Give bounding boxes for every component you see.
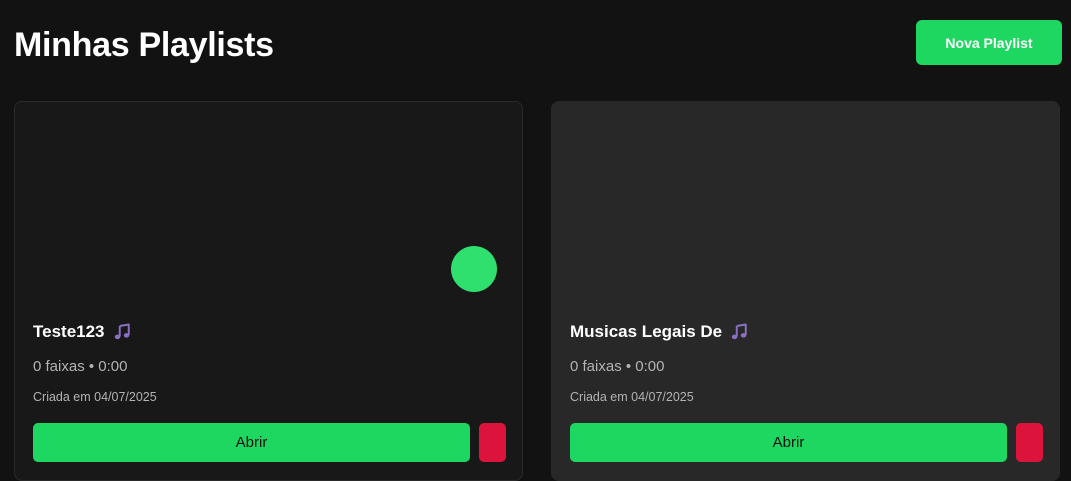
playlist-cover[interactable] (552, 102, 1059, 302)
playlist-cover[interactable] (15, 102, 522, 302)
new-playlist-button[interactable]: Nova Playlist (916, 20, 1062, 65)
open-playlist-button[interactable]: Abrir (33, 423, 470, 462)
playlist-title: Musicas Legais De (570, 321, 748, 343)
page-header: Minhas Playlists Nova Playlist (14, 20, 1062, 66)
playlist-card[interactable]: Teste123 0 faixas • 0:00 Criada em 04/07… (14, 101, 523, 481)
playlist-created-date: Criada em 04/07/2025 (33, 390, 157, 404)
playlist-title: Teste123 (33, 321, 131, 343)
playlist-created-date: Criada em 04/07/2025 (570, 390, 694, 404)
music-note-icon (114, 323, 130, 340)
page-title: Minhas Playlists (14, 26, 274, 64)
playlist-name: Teste123 (33, 322, 105, 341)
delete-playlist-button[interactable] (1016, 423, 1043, 462)
open-playlist-button[interactable]: Abrir (570, 423, 1007, 462)
play-button[interactable] (451, 246, 497, 292)
playlist-meta: 0 faixas • 0:00 (570, 358, 665, 375)
playlist-meta: 0 faixas • 0:00 (33, 358, 128, 375)
music-note-icon (731, 323, 747, 340)
playlist-card[interactable]: Musicas Legais De 0 faixas • 0:00 Criada… (551, 101, 1060, 481)
playlist-name: Musicas Legais De (570, 322, 723, 341)
delete-playlist-button[interactable] (479, 423, 506, 462)
